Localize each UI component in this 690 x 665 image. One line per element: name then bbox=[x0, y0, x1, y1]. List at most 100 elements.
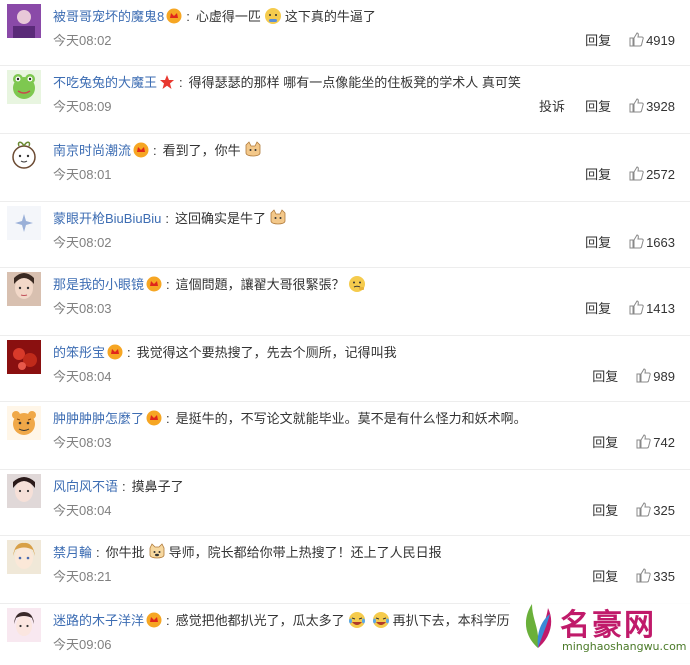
avatar[interactable] bbox=[7, 138, 41, 172]
reply-button[interactable]: 回复 bbox=[585, 234, 611, 252]
comment-content: 摸鼻子了 bbox=[131, 479, 184, 494]
like-count: 1413 bbox=[646, 301, 675, 316]
comment-text-line: 被哥哥宠坏的魔鬼8: 心虚得一匹 这下真的牛逼了 bbox=[53, 6, 686, 28]
comment-text-line: 肿肿肿肿怎麼了: 是挺牛的，不写论文就能毕业。莫不是有什么怪力和妖术啊。 bbox=[53, 408, 686, 430]
colon: : bbox=[96, 545, 100, 560]
comment-content: 這個問題，讓翟大哥很緊張？ bbox=[175, 277, 345, 292]
avatar[interactable] bbox=[7, 406, 41, 440]
username-link[interactable]: 南京时尚潮流 bbox=[53, 143, 131, 158]
avatar[interactable] bbox=[7, 540, 41, 574]
reply-button[interactable]: 回复 bbox=[585, 32, 611, 50]
comment-time: 今天08:04 bbox=[53, 369, 112, 384]
like-button[interactable]: 4919 bbox=[629, 32, 675, 50]
like-button[interactable]: 3928 bbox=[629, 98, 675, 116]
username-link[interactable]: 迷路的木子洋洋 bbox=[53, 613, 144, 628]
comment-content: 心虚得一匹 bbox=[195, 9, 261, 24]
reply-button[interactable]: 回复 bbox=[592, 368, 618, 386]
username-link[interactable]: 风向风不语 bbox=[53, 479, 118, 494]
comment-text-line: 蒙眼开枪BiuBiuBiu: 这回确实是牛了 bbox=[53, 208, 686, 230]
like-count: 989 bbox=[653, 369, 675, 384]
thumbs-up-icon bbox=[636, 434, 651, 449]
comment-time: 今天08:03 bbox=[53, 435, 112, 450]
avatar[interactable] bbox=[7, 608, 41, 642]
like-button[interactable]: 989 bbox=[636, 368, 675, 386]
comment-content-tail: 再扒下去，本科学历 bbox=[392, 613, 510, 628]
comment-content: 这回确实是牛了 bbox=[175, 211, 267, 226]
watermark-title: 名豪网 bbox=[560, 608, 656, 643]
username-link[interactable]: 那是我的小眼镜 bbox=[53, 277, 144, 292]
comment-content: 感觉把他都扒光了，瓜太多了 bbox=[175, 613, 345, 628]
comment-actions: 回复 335 bbox=[572, 568, 675, 586]
colon: : bbox=[166, 277, 170, 292]
avatar[interactable] bbox=[7, 272, 41, 306]
comment-content: 你牛批 bbox=[105, 545, 145, 560]
reply-button[interactable]: 回复 bbox=[592, 502, 618, 520]
username-link[interactable]: 肿肿肿肿怎麼了 bbox=[53, 411, 144, 426]
comment-item: 那是我的小眼镜: 這個問題，讓翟大哥很緊張？ 今天08:03 回复 1413 bbox=[0, 268, 690, 336]
username-link[interactable]: 不吃兔兔的大魔王 bbox=[53, 75, 157, 90]
like-count: 1663 bbox=[646, 235, 675, 250]
vip-crown-icon bbox=[146, 276, 162, 292]
comment-time: 今天08:03 bbox=[53, 301, 112, 316]
thinking-emoji-icon bbox=[348, 276, 365, 292]
avatar[interactable] bbox=[7, 70, 41, 104]
reply-button[interactable]: 回复 bbox=[585, 166, 611, 184]
comment-time: 今天08:21 bbox=[53, 569, 112, 584]
doge-emoji-icon bbox=[264, 8, 281, 24]
avatar[interactable] bbox=[7, 340, 41, 374]
comment-actions: 回复 2572 bbox=[565, 166, 675, 184]
colon: : bbox=[179, 75, 183, 90]
colon: : bbox=[166, 411, 170, 426]
comment-text-line: 禁月輪: 你牛批 导师，院长都给你带上热搜了！还上了人民日报 bbox=[53, 542, 686, 564]
colon: : bbox=[186, 9, 190, 24]
comment-item: 的笨彤宝: 我觉得这个要热搜了，先去个厕所，记得叫我 今天08:04 回复 989 bbox=[0, 336, 690, 402]
comment-actions: 回复 742 bbox=[572, 434, 675, 452]
like-count: 742 bbox=[653, 435, 675, 450]
comment-time: 今天08:04 bbox=[53, 503, 112, 518]
laugh-cry-emoji-icon bbox=[348, 612, 365, 628]
like-button[interactable]: 742 bbox=[636, 434, 675, 452]
like-button[interactable]: 2572 bbox=[629, 166, 675, 184]
comment-time: 今天09:06 bbox=[53, 637, 112, 652]
vip-crown-icon bbox=[107, 344, 123, 360]
reply-button[interactable]: 回复 bbox=[585, 98, 611, 116]
comment-item: 蒙眼开枪BiuBiuBiu: 这回确实是牛了 今天08:02 回复 1663 bbox=[0, 202, 690, 268]
vip-crown-icon bbox=[166, 8, 182, 24]
username-link[interactable]: 的笨彤宝 bbox=[53, 345, 105, 360]
colon: : bbox=[122, 479, 126, 494]
reply-button[interactable]: 回复 bbox=[592, 434, 618, 452]
username-link[interactable]: 被哥哥宠坏的魔鬼8 bbox=[53, 9, 164, 24]
doge-emoji-icon bbox=[149, 543, 165, 559]
thumbs-up-icon bbox=[629, 300, 644, 315]
reply-button[interactable]: 回复 bbox=[592, 568, 618, 586]
username-link[interactable]: 蒙眼开枪BiuBiuBiu bbox=[53, 211, 161, 226]
comment-time: 今天08:09 bbox=[53, 99, 112, 114]
thumbs-up-icon bbox=[629, 32, 644, 47]
avatar[interactable] bbox=[7, 4, 41, 38]
username-link[interactable]: 禁月輪 bbox=[53, 545, 92, 560]
comment-content: 得得瑟瑟的那样 哪有一点像能坐的住板凳的学术人 真可笑 bbox=[188, 75, 521, 90]
like-count: 4919 bbox=[646, 33, 675, 48]
colon: : bbox=[153, 143, 157, 158]
comment-time: 今天08:02 bbox=[53, 33, 112, 48]
thumbs-up-icon bbox=[629, 234, 644, 249]
cat-emoji-icon bbox=[245, 141, 261, 157]
like-count: 3928 bbox=[646, 99, 675, 114]
thumbs-up-icon bbox=[636, 502, 651, 517]
avatar[interactable] bbox=[7, 474, 41, 508]
like-button[interactable]: 1663 bbox=[629, 234, 675, 252]
like-count: 2572 bbox=[646, 167, 675, 182]
colon: : bbox=[165, 211, 169, 226]
comment-content: 我觉得这个要热搜了，先去个厕所，记得叫我 bbox=[136, 345, 397, 360]
like-button[interactable]: 1413 bbox=[629, 300, 675, 318]
reply-button[interactable]: 回复 bbox=[585, 300, 611, 318]
like-button[interactable]: 335 bbox=[636, 568, 675, 586]
avatar[interactable] bbox=[7, 206, 41, 240]
comment-text-line: 南京时尚潮流: 看到了，你牛 bbox=[53, 140, 686, 162]
thumbs-up-icon bbox=[629, 166, 644, 181]
report-button[interactable]: 投诉 bbox=[539, 98, 565, 116]
comment-time: 今天08:02 bbox=[53, 235, 112, 250]
vip-crown-icon bbox=[146, 410, 162, 426]
like-button[interactable]: 325 bbox=[636, 502, 675, 520]
thumbs-up-icon bbox=[636, 368, 651, 383]
